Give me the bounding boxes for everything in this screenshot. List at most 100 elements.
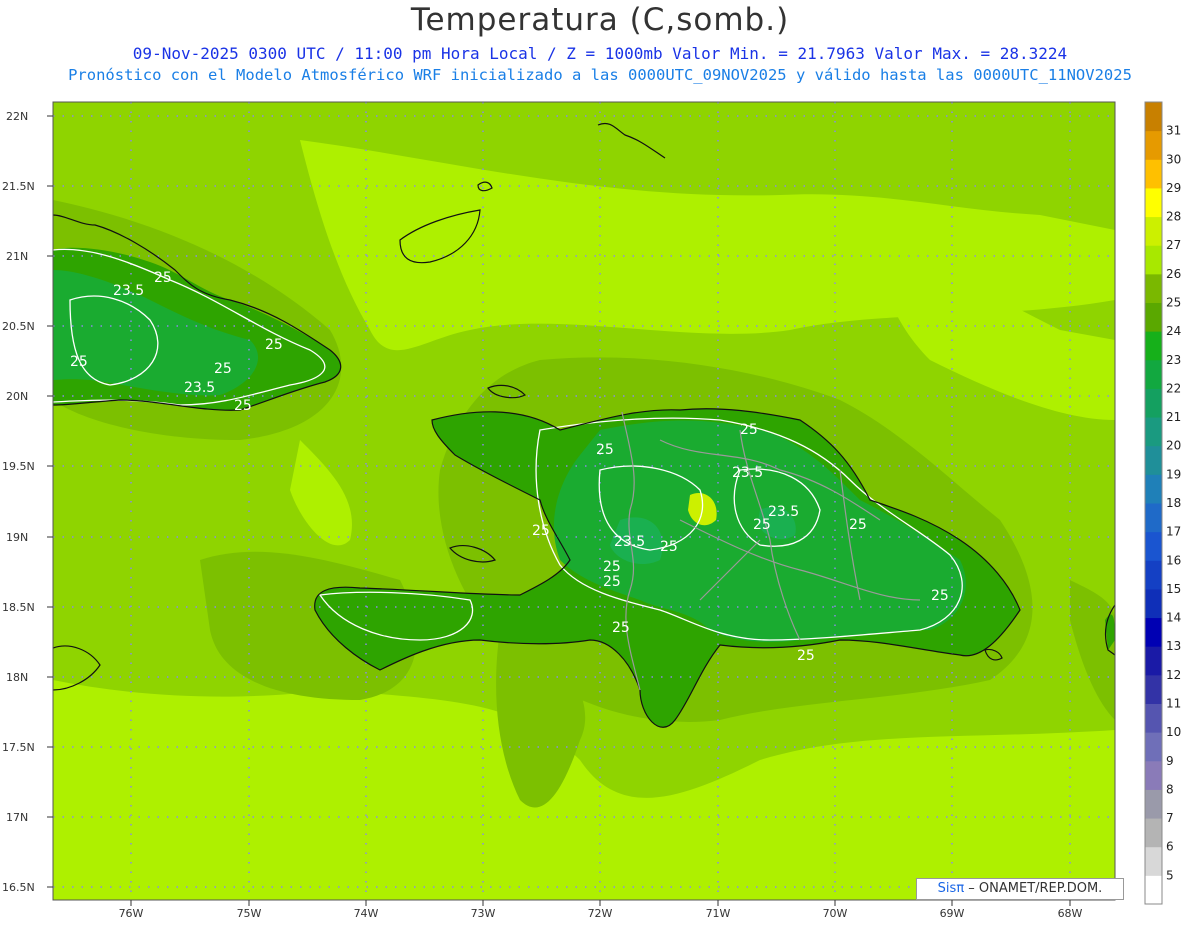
colorbar-swatch <box>1145 732 1162 762</box>
contour-label: 25 <box>660 539 678 555</box>
contour-label: 25 <box>234 398 252 414</box>
colorbar-swatch <box>1145 588 1162 619</box>
lat-label: 22N <box>6 110 28 123</box>
lat-label: 20N <box>6 390 28 403</box>
lon-label: 74W <box>354 907 379 920</box>
contour-label: 25 <box>603 574 621 590</box>
colorbar-swatch <box>1145 187 1162 218</box>
contour-label: 23.5 <box>732 465 763 481</box>
lon-label: 70W <box>823 907 848 920</box>
contour-label: 25 <box>154 270 172 286</box>
colorbar-swatch <box>1145 875 1162 905</box>
lat-label: 18N <box>6 671 28 684</box>
colorbar-swatch <box>1145 474 1162 504</box>
contour-label: 23.5 <box>614 534 645 550</box>
lat-label: 17N <box>6 811 28 824</box>
colorbar-swatch <box>1145 503 1162 533</box>
lon-label: 76W <box>119 907 144 920</box>
colorbar-label: 8 <box>1166 782 1174 796</box>
colorbar-label: 22 <box>1166 381 1181 395</box>
colorbar-label: 17 <box>1166 525 1181 539</box>
latitude-labels: 22N 21.5N 21N 20.5N 20N 19.5N 19N 18.5N … <box>2 110 35 894</box>
lat-label: 19.5N <box>2 460 35 473</box>
credit-box: Sisπ – ONAMET/REP.DOM. <box>916 878 1124 900</box>
contour-label: 25 <box>70 354 88 370</box>
lon-label: 72W <box>588 907 613 920</box>
lat-label: 18.5N <box>2 601 35 614</box>
colorbar-swatch <box>1145 560 1162 590</box>
colorbar-swatch <box>1145 130 1162 160</box>
colorbar-label: 11 <box>1166 697 1181 711</box>
contour-label: 25 <box>596 442 614 458</box>
colorbar-swatch <box>1145 703 1162 733</box>
sispi-logo: Sis <box>937 881 957 896</box>
lat-label: 16.5N <box>2 881 35 894</box>
valid-time-line: 09-Nov-2025 0300 UTC / 11:00 pm Hora Loc… <box>132 44 1068 63</box>
lat-label: 21N <box>6 250 28 263</box>
lat-label: 20.5N <box>2 320 35 333</box>
lat-label: 17.5N <box>2 741 35 754</box>
colorbar: 5 6 7 8 9 10 11 12 13 14 15 16 17 18 19 20 21 22 23 24 25 26 2… <box>1144 101 1181 905</box>
colorbar-label: 19 <box>1166 467 1181 481</box>
temperature-field <box>53 102 1115 900</box>
colorbar-label: 21 <box>1166 410 1181 424</box>
contour-label: 25 <box>740 422 758 438</box>
colorbar-swatch <box>1145 818 1162 848</box>
colorbar-swatch <box>1145 245 1162 275</box>
contour-label: 23.5 <box>184 380 215 396</box>
lat-label: 19N <box>6 531 28 544</box>
temperature-map: 25 23.5 25 25 23.5 25 25 25 23.5 23.5 25… <box>2 101 1181 920</box>
lat-ticks <box>47 115 53 888</box>
colorbar-swatch <box>1145 302 1162 332</box>
contour-label: 25 <box>603 559 621 575</box>
colorbar-swatch <box>1145 331 1162 361</box>
pi-glyph: π <box>956 881 965 896</box>
colorbar-swatch <box>1145 646 1162 676</box>
colorbar-label: 28 <box>1166 210 1181 224</box>
contour-label: 25 <box>849 517 867 533</box>
colorbar-swatch <box>1145 159 1162 189</box>
contour-label: 25 <box>214 361 232 377</box>
colorbar-swatch <box>1145 216 1162 246</box>
colorbar-label: 31 <box>1166 124 1181 138</box>
credit-text: – ONAMET/REP.DOM. <box>968 881 1103 896</box>
colorbar-label: 15 <box>1166 582 1181 596</box>
colorbar-label: 23 <box>1166 353 1181 367</box>
colorbar-swatch <box>1145 445 1162 475</box>
colorbar-label: 6 <box>1166 840 1174 854</box>
colorbar-swatch <box>1145 760 1162 790</box>
lon-label: 75W <box>237 907 262 920</box>
colorbar-swatch <box>1145 417 1162 447</box>
contour-label: 25 <box>753 517 771 533</box>
colorbar-label: 12 <box>1166 668 1181 682</box>
colorbar-swatch <box>1145 102 1162 132</box>
colorbar-label: 18 <box>1166 496 1181 510</box>
colorbar-swatch <box>1145 617 1162 647</box>
colorbar-swatch <box>1145 388 1162 418</box>
colorbar-swatch <box>1145 846 1162 876</box>
colorbar-swatch <box>1145 789 1162 819</box>
page-title: Temperatura (C,somb.) <box>410 2 790 38</box>
lon-label: 69W <box>940 907 965 920</box>
colorbar-label: 13 <box>1166 639 1181 653</box>
contour-label: 25 <box>931 588 949 604</box>
contour-label: 23.5 <box>113 283 144 299</box>
contour-label: 25 <box>265 337 283 353</box>
lon-label: 71W <box>706 907 731 920</box>
contour-label: 25 <box>612 620 630 636</box>
colorbar-swatch <box>1145 674 1162 704</box>
colorbar-label: 27 <box>1166 238 1181 252</box>
colorbar-swatch <box>1145 531 1162 561</box>
lon-label: 73W <box>471 907 496 920</box>
lon-label: 68W <box>1058 907 1083 920</box>
colorbar-label: 29 <box>1166 181 1181 195</box>
model-info-line: Pronóstico con el Modelo Atmosférico WRF… <box>68 66 1132 84</box>
colorbar-label: 14 <box>1166 611 1181 625</box>
colorbar-label: 24 <box>1166 324 1181 338</box>
lon-ticks <box>130 900 1071 906</box>
colorbar-label: 7 <box>1166 811 1174 825</box>
colorbar-label: 10 <box>1166 725 1181 739</box>
colorbar-label: 26 <box>1166 267 1181 281</box>
lat-label: 21.5N <box>2 180 35 193</box>
colorbar-label: 30 <box>1166 152 1181 166</box>
